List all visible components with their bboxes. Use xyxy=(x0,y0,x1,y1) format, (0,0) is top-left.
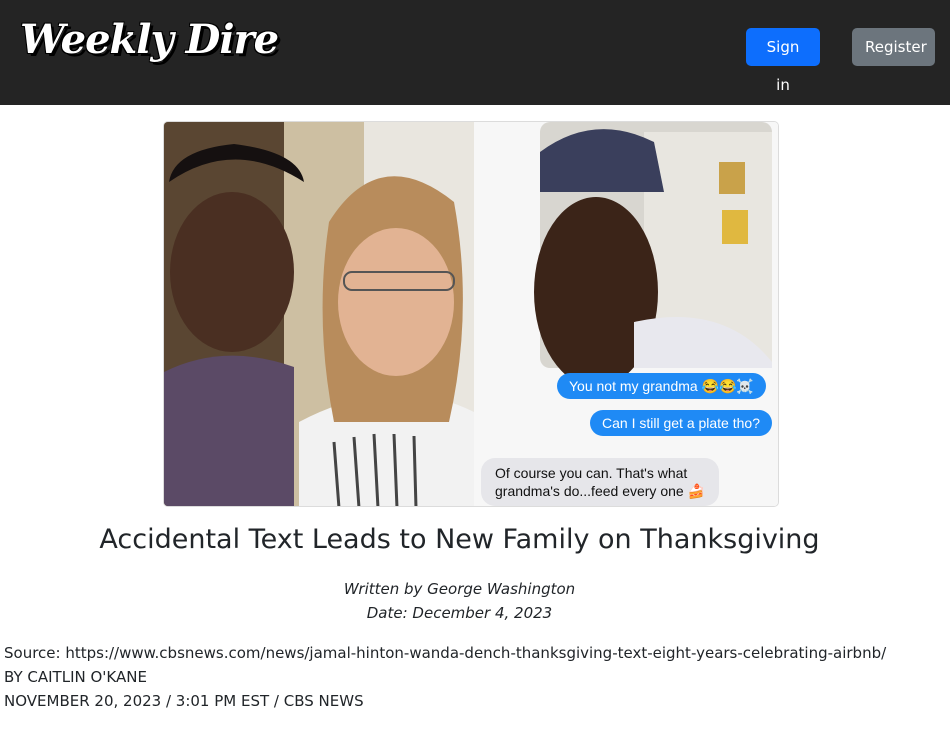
sign-in-button[interactable]: Sign in xyxy=(746,28,820,94)
hero-photo-collage xyxy=(164,122,778,506)
text-message-outgoing: Can I still get a plate tho? xyxy=(590,410,772,436)
source-timestamp: NOVEMBER 20, 2023 / 3:01 PM EST / CBS NE… xyxy=(4,692,364,710)
source-byline: BY CAITLIN O'KANE xyxy=(4,668,147,686)
article-date: Date: December 4, 2023 xyxy=(366,604,553,622)
text-message-incoming: Of course you can. That's what grandma's… xyxy=(481,458,719,506)
site-header: Weekly Dire Sign in Register xyxy=(0,0,950,105)
article-author: Written by George Washington xyxy=(343,580,576,598)
article-source: Source: https://www.cbsnews.com/news/jam… xyxy=(4,644,887,662)
register-button[interactable]: Register xyxy=(852,28,935,66)
article-hero-image: You not my grandma 😂😂☠️ Can I still get … xyxy=(163,121,779,507)
text-message-outgoing: You not my grandma 😂😂☠️ xyxy=(557,373,766,399)
site-logo[interactable]: Weekly Dire xyxy=(20,16,279,63)
article-title: Accidental Text Leads to New Family on T… xyxy=(99,524,820,555)
